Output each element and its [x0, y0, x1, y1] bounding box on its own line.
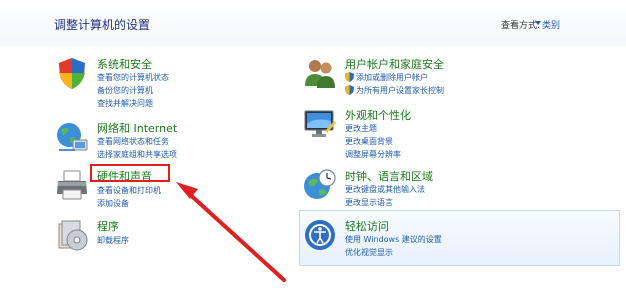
printer-icon [57, 170, 87, 200]
link-change-theme[interactable]: 更改主题 [345, 123, 377, 134]
globe-network-icon [57, 123, 88, 151]
link-uninstall-program[interactable]: 卸载程序 [97, 235, 129, 246]
link-troubleshoot[interactable]: 查找并解决问题 [97, 98, 153, 109]
category-title[interactable]: 轻松访问 [345, 218, 389, 234]
category-programs: 程序 卸载程序 [55, 218, 255, 254]
link-screen-resolution[interactable]: 调整屏幕分辨率 [345, 149, 401, 160]
clock-globe-icon [304, 169, 336, 199]
category-title[interactable]: 时钟、语言和区域 [345, 168, 433, 184]
uac-shield-icon [345, 85, 354, 95]
link-keyboard-input[interactable]: 更改键盘或其他输入法 [345, 184, 425, 195]
link-add-device[interactable]: 添加设备 [97, 198, 129, 209]
category-network-internet: 网络和 Internet 查看网络状态和任务 选择家庭组和共享选项 [55, 120, 255, 164]
category-title[interactable]: 外观和个性化 [345, 107, 411, 123]
link-parental-controls[interactable]: 为所有用户设置家长控制 [356, 85, 444, 96]
category-title[interactable]: 用户帐户和家庭安全 [345, 56, 444, 72]
category-system-security: 系统和安全 查看您的计算机状态 备份您的计算机 查找并解决问题 [55, 56, 255, 112]
link-network-status[interactable]: 查看网络状态和任务 [97, 136, 169, 147]
link-desktop-background[interactable]: 更改桌面背景 [345, 136, 393, 147]
shield-icon [59, 58, 85, 89]
link-view-computer-status[interactable]: 查看您的计算机状态 [97, 72, 169, 83]
link-display-language[interactable]: 更改显示语言 [345, 197, 393, 208]
annotation-highlight-box [90, 164, 170, 182]
link-backup-computer[interactable]: 备份您的计算机 [97, 85, 153, 96]
ease-of-access-icon [305, 220, 335, 250]
category-clock-language-region: 时钟、语言和区域 更改键盘或其他输入法 更改显示语言 [303, 168, 603, 212]
link-add-remove-accounts[interactable]: 添加或删除用户帐户 [356, 72, 428, 83]
category-title[interactable]: 程序 [97, 218, 119, 234]
category-title[interactable]: 系统和安全 [97, 56, 152, 72]
monitor-icon [304, 110, 336, 137]
programs-disc-icon [58, 220, 88, 251]
view-by-dropdown[interactable]: 类别 [542, 18, 560, 31]
link-homegroup-sharing[interactable]: 选择家庭组和共享选项 [97, 149, 177, 160]
uac-shield-icon [345, 72, 354, 82]
link-optimize-display[interactable]: 优化视觉显示 [345, 247, 393, 258]
category-user-accounts: 用户帐户和家庭安全 添加或删除用户帐户 为所有用户设置家长控制 [303, 56, 603, 100]
category-appearance: 外观和个性化 更改主题 更改桌面背景 调整屏幕分辨率 [303, 107, 603, 163]
link-recommended-settings[interactable]: 使用 Windows 建议的设置 [345, 234, 442, 245]
link-devices-printers[interactable]: 查看设备和打印机 [97, 185, 161, 196]
category-ease-of-access: 轻松访问 使用 Windows 建议的设置 优化视觉显示 [303, 218, 603, 262]
chevron-down-icon[interactable] [535, 21, 541, 25]
users-icon [305, 60, 335, 88]
category-title[interactable]: 网络和 Internet [97, 120, 177, 136]
page-title: 调整计算机的设置 [54, 18, 151, 32]
